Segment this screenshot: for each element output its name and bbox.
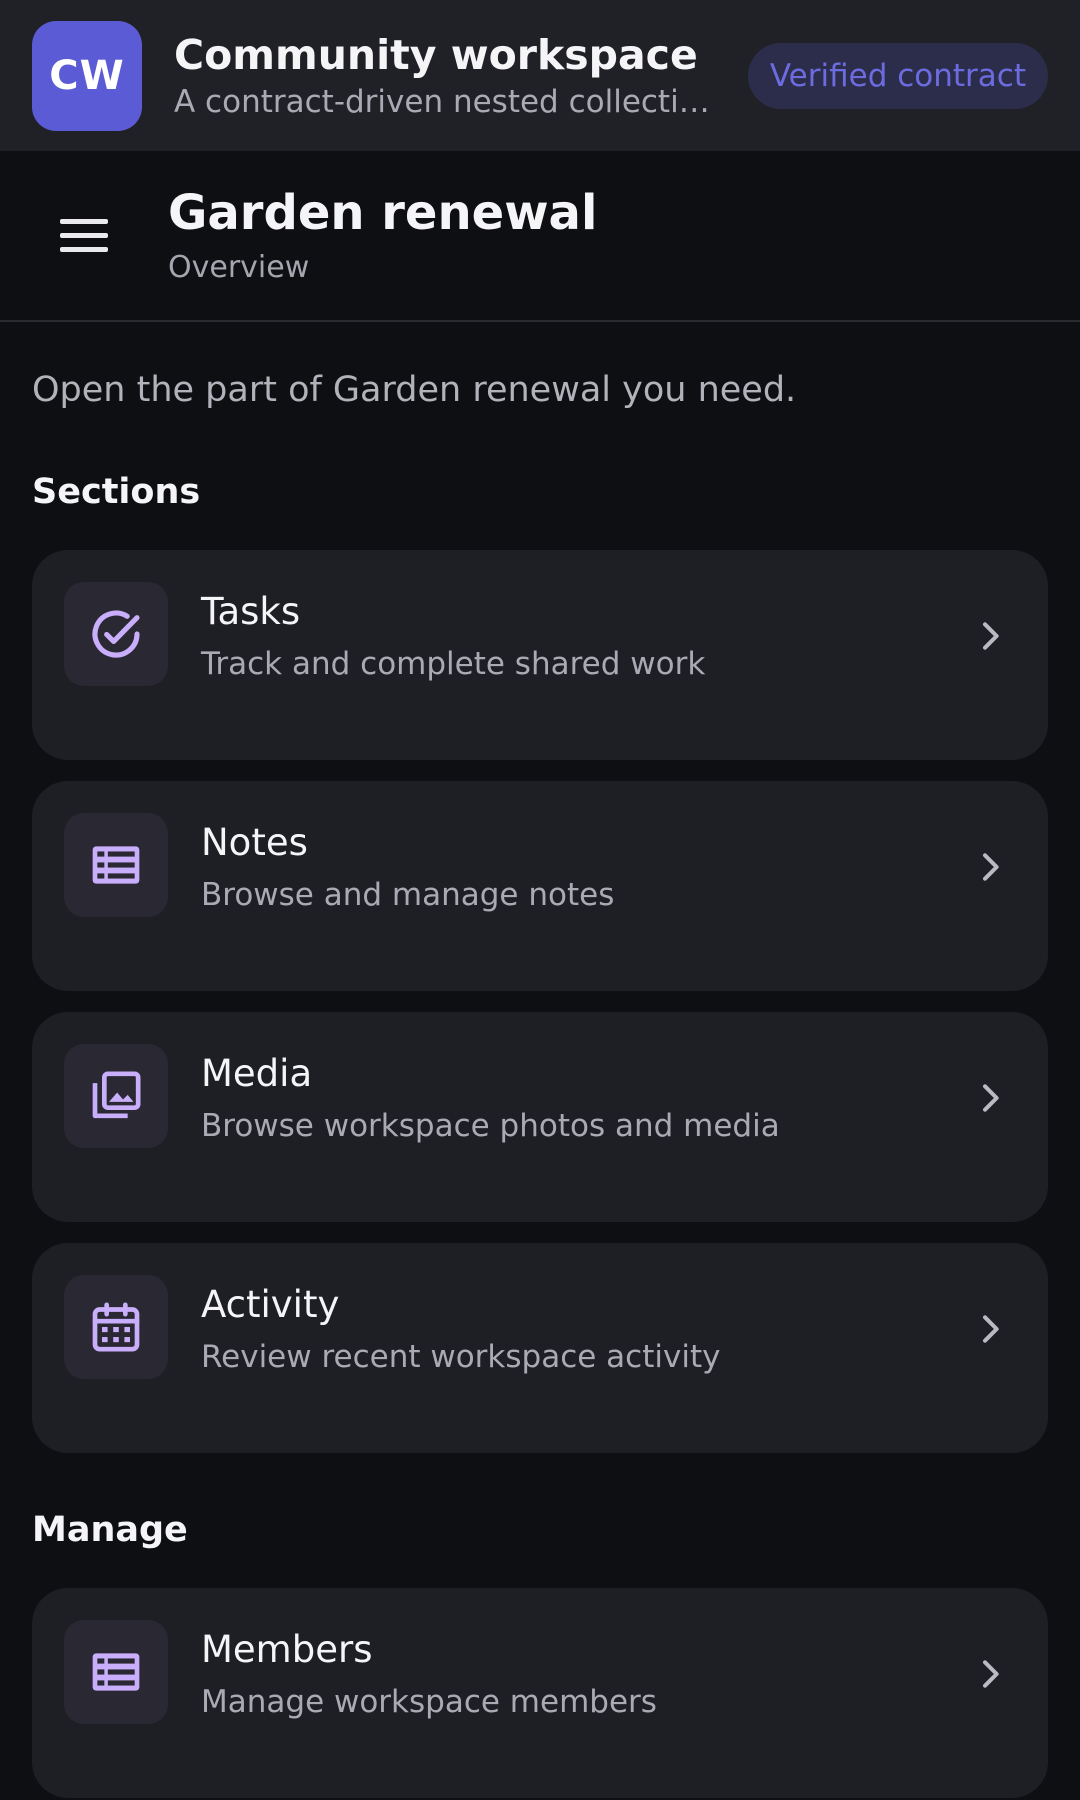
chevron-right-icon [983,622,999,650]
list-icon [64,813,168,917]
section-card-tasks[interactable]: Tasks Track and complete shared work [32,550,1048,760]
intro-text: Open the part of Garden renewal you need… [32,370,797,410]
calendar-icon [64,1275,168,1379]
page-titles: Garden renewal Overview [168,185,598,285]
page-header: Garden renewal Overview [0,151,1080,322]
workspace-avatar: CW [32,20,142,131]
card-title: Media [201,1052,313,1095]
section-card-media[interactable]: Media Browse workspace photos and media [32,1012,1048,1222]
workspace-subtitle: A contract-driven nested collection ... [174,84,718,121]
card-description: Manage workspace members [201,1684,657,1720]
check-circle-icon [64,582,168,686]
card-description: Track and complete shared work [201,646,706,682]
verified-contract-badge: Verified contract [747,42,1048,109]
sections-heading: Sections [32,472,201,512]
list-icon [64,1620,168,1724]
page-title: Garden renewal [168,185,598,242]
card-description: Review recent workspace activity [201,1339,721,1375]
card-description: Browse and manage notes [201,877,615,913]
section-card-notes[interactable]: Notes Browse and manage notes [32,781,1048,991]
chevron-right-icon [983,853,999,881]
chevron-right-icon [983,1315,999,1343]
card-title: Activity [201,1283,340,1326]
workspace-info: Community workspace A contract-driven ne… [174,31,718,120]
card-title: Notes [201,821,308,864]
app-bar: CW Community workspace A contract-driven… [0,0,1080,151]
card-title: Members [201,1628,373,1671]
photo-library-icon [64,1044,168,1148]
manage-heading: Manage [32,1510,188,1550]
page-subtitle: Overview [168,249,310,285]
chevron-right-icon [983,1084,999,1112]
menu-icon[interactable] [42,194,126,278]
manage-card-members[interactable]: Members Manage workspace members [32,1588,1048,1798]
chevron-right-icon [983,1660,999,1688]
workspace-title: Community workspace [174,30,698,79]
card-title: Tasks [201,590,301,633]
section-card-activity[interactable]: Activity Review recent workspace activit… [32,1243,1048,1453]
card-description: Browse workspace photos and media [201,1108,780,1144]
